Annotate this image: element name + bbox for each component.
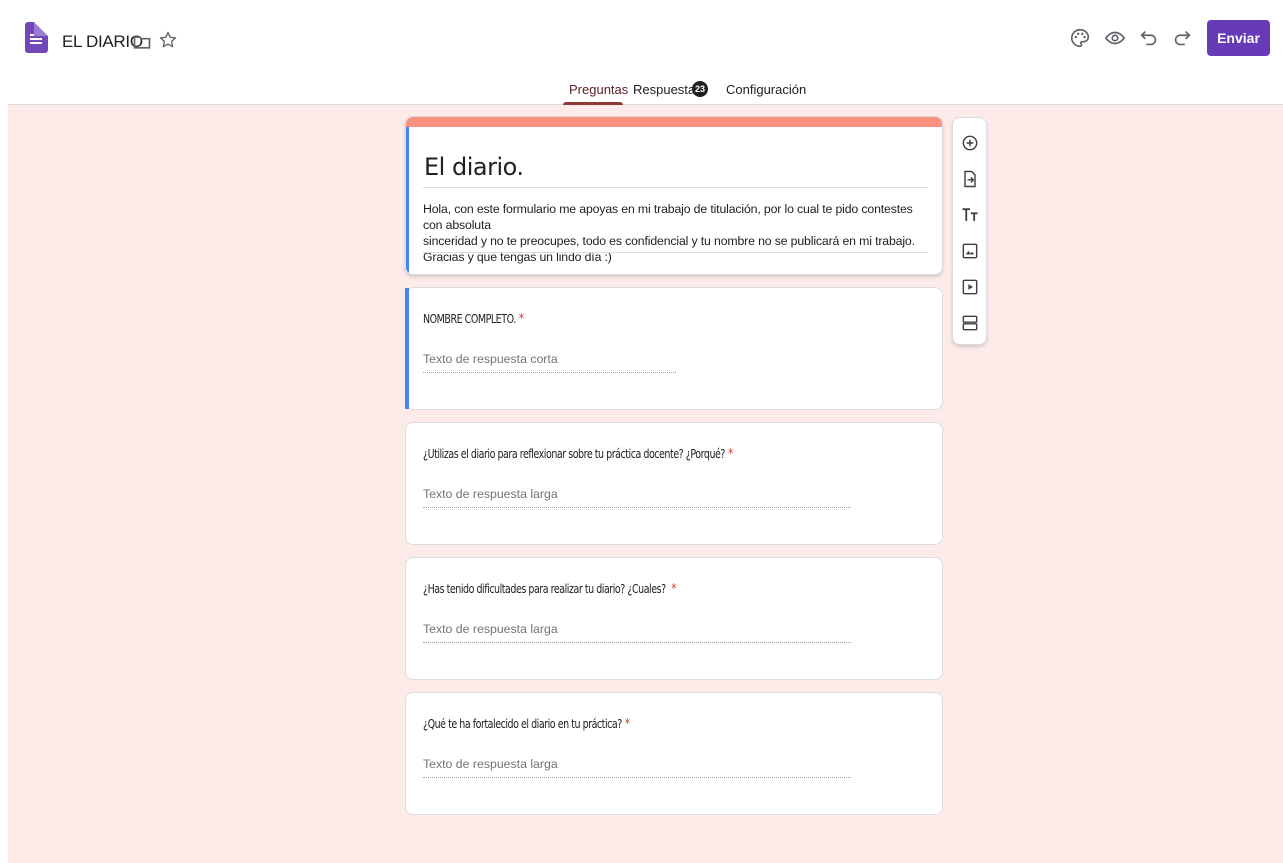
answer-underline	[423, 777, 851, 778]
question-text: ¿Utilizas el diario para reflexionar sob…	[423, 447, 725, 461]
add-section-icon[interactable]	[960, 313, 980, 333]
short-answer-placeholder: Texto de respuesta corta	[423, 352, 558, 366]
question-title: NOMBRE COMPLETO. *	[423, 312, 524, 327]
long-answer-placeholder: Texto de respuesta larga	[423, 622, 558, 636]
redo-icon[interactable]	[1171, 27, 1193, 49]
palette-icon[interactable]	[1069, 27, 1091, 49]
question-card[interactable]: ¿Has tenido dificultades para realizar t…	[405, 557, 943, 680]
send-button[interactable]: Enviar	[1207, 20, 1270, 56]
star-icon[interactable]	[158, 30, 178, 50]
add-video-icon[interactable]	[960, 277, 980, 297]
description-line: sinceridad y no te preocupes, todo es co…	[423, 234, 915, 248]
required-asterisk: *	[728, 447, 733, 462]
description-line: Hola, con este formulario me apoyas en m…	[423, 202, 913, 232]
long-answer-placeholder: Texto de respuesta larga	[423, 757, 558, 771]
question-text: ¿Qué te ha fortalecido el diario en tu p…	[423, 717, 622, 731]
question-text: NOMBRE COMPLETO.	[423, 312, 516, 326]
selected-card-indicator	[406, 127, 409, 274]
add-title-icon[interactable]	[960, 205, 980, 225]
required-asterisk: *	[624, 717, 630, 732]
required-asterisk: *	[518, 312, 524, 327]
responses-count-badge: 23	[692, 81, 708, 97]
top-bar: EL DIARIO Enviar Preguntas Respuestas 23…	[8, 8, 1283, 105]
question-card[interactable]: ¿Qué te ha fortalecido el diario en tu p…	[405, 692, 943, 815]
question-title: ¿Qué te ha fortalecido el diario en tu p…	[423, 717, 630, 732]
tab-preguntas[interactable]: Preguntas	[569, 82, 628, 97]
answer-underline	[423, 372, 676, 373]
header-accent-bar	[406, 117, 942, 127]
answer-underline	[423, 642, 851, 643]
import-questions-icon[interactable]	[960, 169, 980, 189]
add-question-icon[interactable]	[960, 133, 980, 153]
add-image-icon[interactable]	[960, 241, 980, 261]
question-card[interactable]: ¿Utilizas el diario para reflexionar sob…	[405, 422, 943, 545]
tab-configuracion[interactable]: Configuración	[726, 82, 806, 97]
undo-icon[interactable]	[1138, 27, 1160, 49]
question-title: ¿Has tenido dificultades para realizar t…	[423, 582, 676, 597]
form-title[interactable]: El diario.	[424, 153, 524, 181]
side-toolbar	[952, 117, 987, 345]
answer-underline	[423, 507, 851, 508]
form-description[interactable]: Hola, con este formulario me apoyas en m…	[423, 201, 933, 265]
description-underline	[423, 252, 928, 253]
question-title: ¿Utilizas el diario para reflexionar sob…	[423, 447, 733, 462]
forms-app-icon[interactable]	[25, 22, 48, 53]
folder-icon[interactable]	[132, 32, 152, 52]
title-underline	[423, 187, 928, 188]
active-question-indicator	[405, 288, 409, 409]
required-asterisk: *	[671, 582, 676, 597]
active-tab-indicator	[563, 102, 623, 105]
question-card[interactable]: NOMBRE COMPLETO. * Texto de respuesta cor…	[405, 287, 943, 410]
preview-eye-icon[interactable]	[1104, 27, 1126, 49]
long-answer-placeholder: Texto de respuesta larga	[423, 487, 558, 501]
editor-tabs: Preguntas Respuestas 23 Configuración	[8, 78, 1283, 105]
document-title[interactable]: EL DIARIO	[62, 32, 143, 52]
question-text: ¿Has tenido dificultades para realizar t…	[423, 582, 669, 596]
form-header-card[interactable]: El diario. Hola, con este formulario me …	[405, 116, 943, 275]
